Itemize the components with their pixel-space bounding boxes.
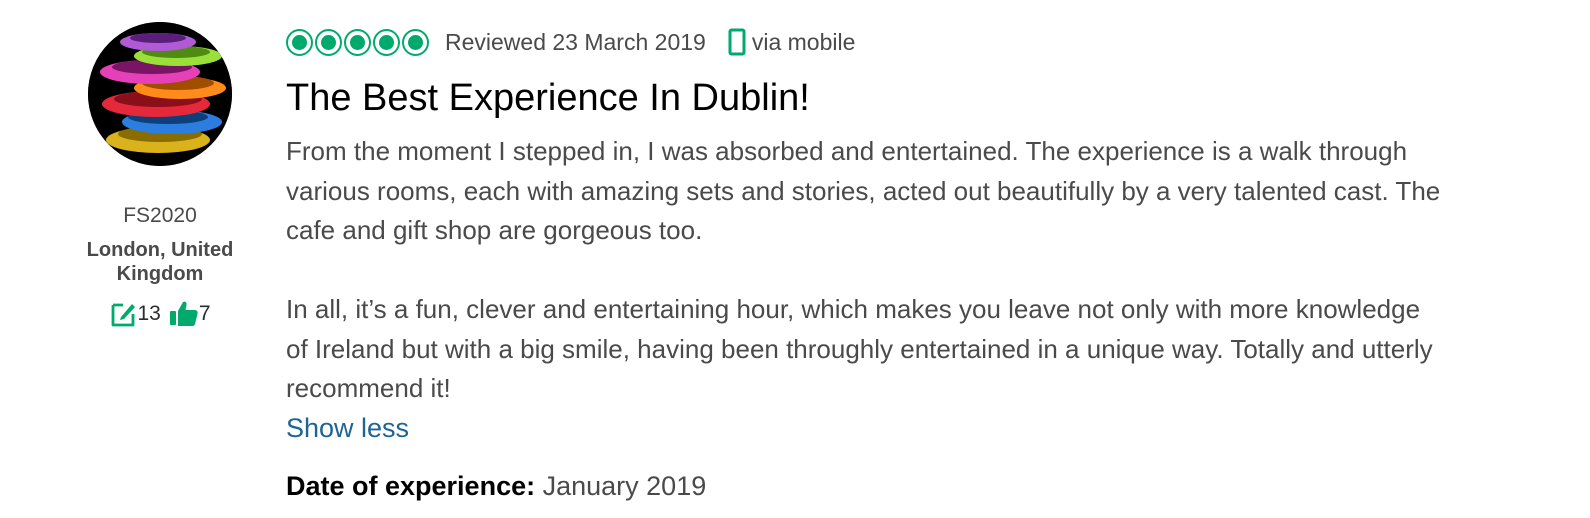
review-card: FS2020 London, United Kingdom 13 7 Revie… (0, 0, 1590, 518)
reviewer-profile: FS2020 London, United Kingdom 13 7 (70, 22, 250, 328)
review-paragraph: From the moment I stepped in, I was abso… (286, 136, 1441, 245)
date-of-experience-value: January 2019 (542, 470, 707, 501)
rating-bubbles (286, 28, 431, 56)
review-content: Reviewed 23 March 2019 via mobile The Be… (286, 24, 1446, 504)
rating-bubble-icon (315, 28, 342, 56)
helpful-votes-stat[interactable]: 7 (169, 300, 211, 328)
avatar-image (88, 22, 232, 166)
date-of-experience: Date of experience: January 2019 (286, 468, 1446, 504)
helpful-votes-count: 7 (198, 302, 211, 325)
contributions-count: 13 (137, 302, 161, 325)
rating-bubble-icon (344, 28, 371, 56)
rating-bubble-icon (402, 28, 429, 56)
thumbs-up-icon (169, 300, 199, 328)
review-title[interactable]: The Best Experience In Dublin! (286, 74, 1446, 122)
review-body: From the moment I stepped in, I was abso… (286, 132, 1446, 409)
review-paragraph: In all, it’s a fun, clever and entertain… (286, 294, 1433, 403)
show-less-link[interactable]: Show less (286, 409, 409, 448)
edit-note-icon (109, 300, 137, 328)
contributions-stat[interactable]: 13 (109, 300, 161, 328)
via-mobile-label: via mobile (751, 28, 856, 55)
reviewer-stats: 13 7 (70, 300, 250, 328)
avatar[interactable] (88, 22, 232, 166)
reviewer-username[interactable]: FS2020 (70, 204, 250, 228)
review-meta: Reviewed 23 March 2019 via mobile (286, 24, 1446, 60)
date-of-experience-label: Date of experience: (286, 470, 536, 501)
reviewer-location: London, United Kingdom (86, 239, 234, 285)
reviewed-date: Reviewed 23 March 2019 (445, 28, 706, 55)
rating-bubble-icon (373, 28, 400, 56)
rating-bubble-icon (286, 28, 313, 56)
mobile-phone-icon (728, 28, 746, 56)
